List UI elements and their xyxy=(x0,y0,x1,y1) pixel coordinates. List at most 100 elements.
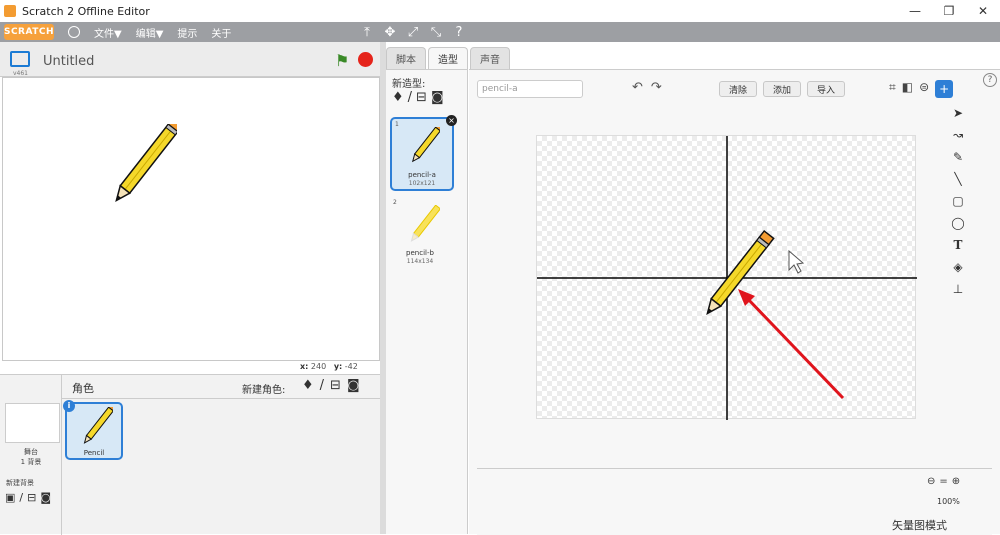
reshape-tool-icon[interactable]: ↝ xyxy=(949,127,967,144)
zoom-reset-icon[interactable]: = xyxy=(939,476,947,487)
menu-edit[interactable]: 编辑▼ xyxy=(136,25,164,40)
sprites-title: 角色 xyxy=(72,382,94,395)
costume-list: 新造型: ♦ / ⊟ ◙ 1 × pencil-a 102x121 2 penc… xyxy=(386,69,468,534)
menu-about[interactable]: 关于 xyxy=(211,25,231,40)
flip-vertical-icon[interactable]: ⊜ xyxy=(919,80,929,98)
project-title[interactable]: Untitled xyxy=(43,54,94,69)
shrink-icon[interactable]: ⤡ xyxy=(429,25,443,40)
costume-tile-1[interactable]: 1 × pencil-a 102x121 xyxy=(390,115,457,191)
camera-sprite-icon[interactable]: ◙ xyxy=(347,378,360,393)
close-button[interactable]: ✕ xyxy=(966,0,1000,22)
new-costume-label: 新造型: xyxy=(392,79,426,90)
language-globe-icon[interactable] xyxy=(68,26,80,38)
stop-icon[interactable] xyxy=(358,52,373,67)
color-options-panel: ⊖ = ⊕ 100% 矢量图模式 xyxy=(477,468,992,535)
pencil-tool-icon[interactable]: ✎ xyxy=(949,149,967,166)
sprite-library-icon[interactable]: ♦ xyxy=(302,378,314,393)
scratch-logo[interactable]: SCRATCH xyxy=(4,24,54,40)
camera-costume-icon[interactable]: ◙ xyxy=(431,90,444,105)
transform-tools: ⌗ ◧ ⊜ + xyxy=(889,80,954,98)
stamp-tool-icon[interactable]: ⊥ xyxy=(949,281,967,298)
upload-sprite-icon[interactable]: ⊟ xyxy=(330,378,341,393)
import-button[interactable]: 导入 xyxy=(807,81,846,97)
tab-sounds[interactable]: 声音 xyxy=(470,47,510,69)
stage-thumbnail[interactable] xyxy=(5,403,60,443)
drawing-canvas[interactable] xyxy=(536,135,917,420)
undo-icon[interactable]: ↶ xyxy=(632,80,643,95)
costume-number: 1 xyxy=(395,121,399,128)
costume-name: pencil-a xyxy=(408,171,436,179)
mouse-cursor-icon xyxy=(788,249,805,274)
help-icon[interactable]: ? xyxy=(983,73,997,87)
pencil-sprite[interactable] xyxy=(95,124,177,216)
stage-column: 舞台 1 背景 新建背景 ▣ / ⊟ ◙ xyxy=(0,375,62,535)
select-tool-icon[interactable]: ➤ xyxy=(949,105,967,122)
new-backdrop-tools: ▣ / ⊟ ◙ xyxy=(5,491,51,504)
stage-label: 舞台 xyxy=(24,448,38,456)
paint-backdrop-icon[interactable]: / xyxy=(19,491,23,504)
redo-icon[interactable]: ↷ xyxy=(651,80,662,95)
maximize-button[interactable]: ❐ xyxy=(932,0,966,22)
delete-icon[interactable]: ✥ xyxy=(383,25,397,40)
stage-canvas[interactable] xyxy=(2,77,380,361)
menu-file[interactable]: 文件▼ xyxy=(94,25,122,40)
zoom-out-icon[interactable]: ⊖ xyxy=(927,476,935,487)
costume-name-input[interactable] xyxy=(477,80,583,98)
zoom-percent: 100% xyxy=(937,497,960,506)
line-tool-icon[interactable]: ╲ xyxy=(949,171,967,188)
costume-thumbnail xyxy=(411,127,440,163)
delete-costume-icon[interactable]: × xyxy=(446,115,457,126)
zoom-in-icon[interactable]: ⊕ xyxy=(952,476,960,487)
paint-editor: ↶ ↷ 清除 添加 导入 ⌗ ◧ ⊜ + ? xyxy=(469,69,1000,535)
new-sprite-label: 新建角色: xyxy=(242,385,286,396)
text-tool-icon[interactable]: T xyxy=(949,237,967,254)
costume-number: 2 xyxy=(393,199,397,206)
new-backdrop-label: 新建背景 xyxy=(6,479,34,487)
costume-size: 114x134 xyxy=(406,258,434,265)
presentation-mode-icon[interactable] xyxy=(10,51,30,67)
ellipse-tool-icon[interactable]: ◯ xyxy=(949,215,967,232)
costume-size: 102x121 xyxy=(408,180,436,187)
canvas-drawing xyxy=(537,136,917,420)
flip-horizontal-icon[interactable]: ◧ xyxy=(902,80,913,98)
sprite-tile-pencil[interactable]: i Pencil xyxy=(63,400,123,460)
pencil-thumbnail xyxy=(83,407,113,444)
costume-library-icon[interactable]: ♦ xyxy=(392,90,404,105)
backdrop-library-icon[interactable]: ▣ xyxy=(5,491,15,504)
block-help-icon[interactable]: ? xyxy=(452,25,466,40)
add-button[interactable]: 添加 xyxy=(763,81,802,97)
clear-button[interactable]: 清除 xyxy=(719,81,758,97)
sprite-name: Pencil xyxy=(83,449,105,457)
minimize-button[interactable]: — xyxy=(898,0,932,22)
edit-buttons: 清除 添加 导入 xyxy=(719,81,846,97)
upload-backdrop-icon[interactable]: ⊟ xyxy=(27,491,36,504)
fill-tool-icon[interactable]: ◈ xyxy=(949,259,967,276)
crop-icon[interactable]: ⌗ xyxy=(889,80,896,98)
upload-costume-icon[interactable]: ⊟ xyxy=(416,90,427,105)
sprites-header: 角色 新建角色: ♦ / ⊟ ◙ xyxy=(62,375,382,399)
pencil-costume-drawing xyxy=(706,229,775,315)
costume-thumbnail xyxy=(410,205,440,242)
grow-icon[interactable]: ⤢ xyxy=(406,25,420,40)
mouse-coords: x: 240 y: -42 xyxy=(300,362,358,371)
stage-header: v461 Untitled ⚑ xyxy=(0,42,380,77)
tab-scripts[interactable]: 脚本 xyxy=(386,47,426,69)
window-titlebar: Scratch 2 Offline Editor — ❐ ✕ xyxy=(0,0,1000,22)
paint-sprite-icon[interactable]: / xyxy=(320,378,324,393)
menu-tips[interactable]: 提示 xyxy=(177,25,197,40)
tab-costumes[interactable]: 造型 xyxy=(428,47,468,69)
costume-name: pencil-b xyxy=(406,249,434,257)
editor-tabs: 脚本 造型 声音 xyxy=(386,47,512,69)
duplicate-icon[interactable]: ⤒ xyxy=(360,25,374,40)
sprite-library: 舞台 1 背景 新建背景 ▣ / ⊟ ◙ 角色 新建角色: ♦ / ⊟ ◙ i … xyxy=(0,374,382,535)
new-sprite-tools: ♦ / ⊟ ◙ xyxy=(302,378,360,393)
window-title: Scratch 2 Offline Editor xyxy=(22,4,150,18)
set-center-icon[interactable]: + xyxy=(935,80,954,98)
rectangle-tool-icon[interactable]: ▢ xyxy=(949,193,967,210)
camera-backdrop-icon[interactable]: ◙ xyxy=(40,491,51,504)
vector-mode-label[interactable]: 矢量图模式 xyxy=(892,517,947,533)
costume-tile-2[interactable]: 2 pencil-b 114x134 xyxy=(390,197,454,271)
paint-costume-icon[interactable]: / xyxy=(408,90,412,105)
green-flag-icon[interactable]: ⚑ xyxy=(335,51,349,70)
info-icon[interactable]: i xyxy=(63,400,75,412)
